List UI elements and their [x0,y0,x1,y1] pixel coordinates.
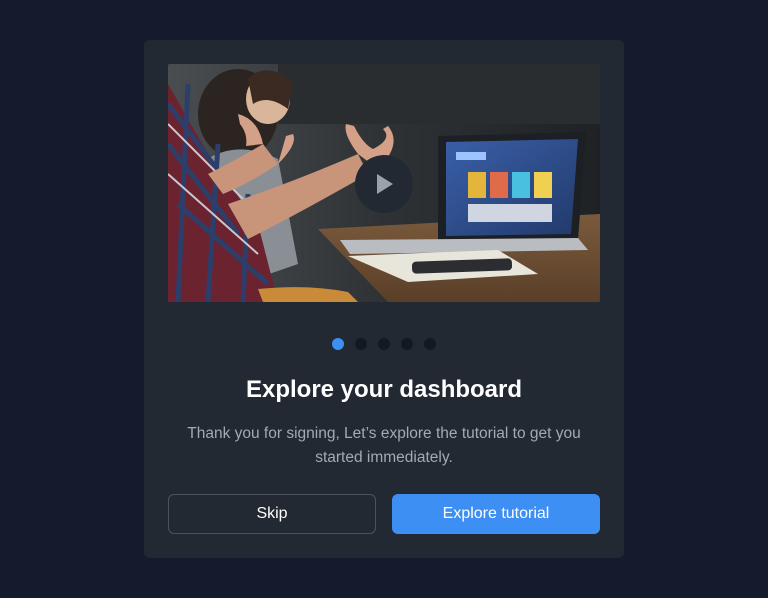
pagination-dot-4[interactable] [401,338,413,350]
onboarding-modal: Explore your dashboard Thank you for sig… [144,40,624,558]
play-button[interactable] [355,155,413,213]
modal-title: Explore your dashboard [245,376,523,403]
pagination-dot-1[interactable] [332,338,344,350]
skip-button[interactable]: Skip [168,494,376,534]
modal-description: Thank you for signing, Let’s explore the… [187,425,581,466]
play-icon [377,174,393,194]
pagination-dot-2[interactable] [355,338,367,350]
explore-tutorial-button[interactable]: Explore tutorial [392,494,600,534]
pagination-dot-3[interactable] [378,338,390,350]
carousel-pagination [144,338,624,350]
pagination-dot-5[interactable] [424,338,436,350]
video-thumbnail[interactable] [168,64,600,302]
